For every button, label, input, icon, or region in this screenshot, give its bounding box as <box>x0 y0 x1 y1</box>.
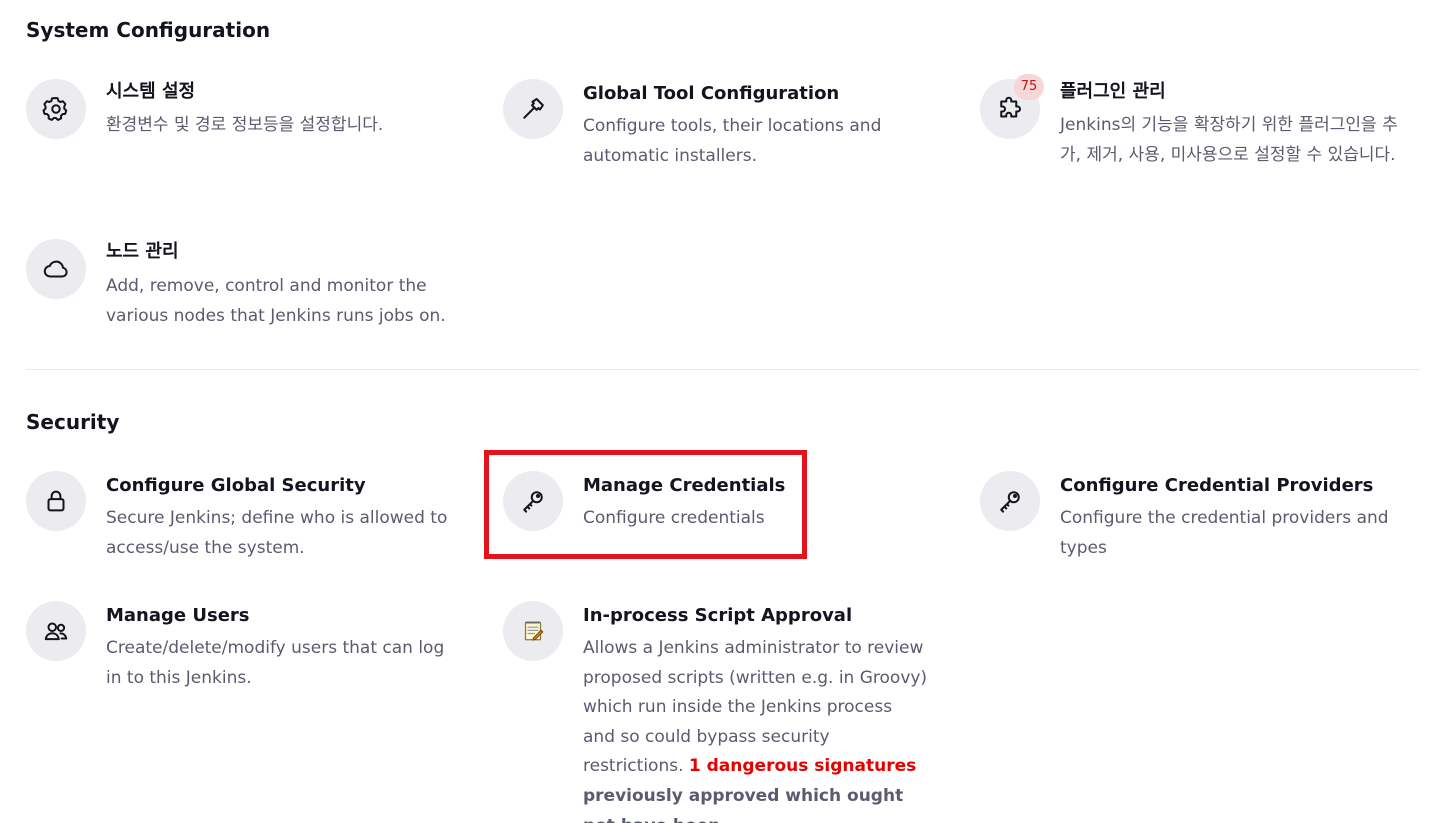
section-title-security: Security <box>26 410 120 434</box>
card-description: Configure credentials <box>583 508 765 528</box>
card-title: Manage Credentials <box>583 475 786 496</box>
approval-warning-text: previously approved which ought not have… <box>583 785 904 823</box>
node-management-card[interactable]: 노드 관리 Add, remove, control and monitor t… <box>26 239 456 339</box>
manage-users-card[interactable]: Manage Users Create/delete/modify users … <box>26 601 456 701</box>
card-description: Create/delete/modify users that can log … <box>106 638 445 688</box>
section-title-system-configuration: System Configuration <box>26 18 271 42</box>
card-title: 노드 관리 <box>106 241 179 262</box>
plugin-manager-card[interactable]: 75 플러그인 관리 Jenkins의 기능을 확장하기 위한 플러그인을 추가… <box>980 74 1420 204</box>
script-approval-card[interactable]: In-process Script Approval Allows a Jenk… <box>503 601 943 823</box>
system-settings-card[interactable]: 시스템 설정 환경변수 및 경로 정보등을 설정합니다. <box>26 79 456 189</box>
section-divider <box>26 369 1420 370</box>
notepad-icon <box>503 601 563 661</box>
card-description: Secure Jenkins; define who is allowed to… <box>106 508 448 558</box>
card-description: Configure tools, their locations and aut… <box>583 116 882 166</box>
plugin-updates-badge: 75 <box>1014 74 1044 100</box>
card-description: Configure the credential providers and t… <box>1060 508 1389 558</box>
card-title: Manage Users <box>106 605 250 626</box>
card-title: Configure Global Security <box>106 475 366 496</box>
card-title: 시스템 설정 <box>106 81 196 102</box>
manage-jenkins-page: System Configuration 시스템 설정 환경변수 및 경로 정보… <box>0 0 1446 823</box>
lock-icon <box>26 471 86 531</box>
card-title: Configure Credential Providers <box>1060 475 1374 496</box>
gear-icon <box>26 79 86 139</box>
card-description: 환경변수 및 경로 정보등을 설정합니다. <box>106 115 384 135</box>
card-title: 플러그인 관리 <box>1060 81 1166 102</box>
card-description: Add, remove, control and monitor the var… <box>106 276 446 326</box>
card-description: Jenkins의 기능을 확장하기 위한 플러그인을 추가, 제거, 사용, 미… <box>1060 115 1398 165</box>
key-icon <box>980 471 1040 531</box>
configure-credential-providers-card[interactable]: Configure Credential Providers Configure… <box>980 471 1420 571</box>
key-icon <box>503 471 563 531</box>
configure-global-security-card[interactable]: Configure Global Security Secure Jenkins… <box>26 471 456 571</box>
global-tool-configuration-card[interactable]: Global Tool Configuration Configure tool… <box>503 79 933 189</box>
card-description: Allows a Jenkins administrator to review… <box>583 634 928 823</box>
card-title: In-process Script Approval <box>583 605 853 626</box>
users-icon <box>26 601 86 661</box>
dangerous-signatures-warning: 1 dangerous signatures <box>688 756 917 777</box>
cloud-icon <box>26 239 86 299</box>
card-title: Global Tool Configuration <box>583 83 840 104</box>
manage-credentials-card[interactable]: Manage Credentials Configure credentials <box>503 471 793 551</box>
hammer-icon <box>503 79 563 139</box>
